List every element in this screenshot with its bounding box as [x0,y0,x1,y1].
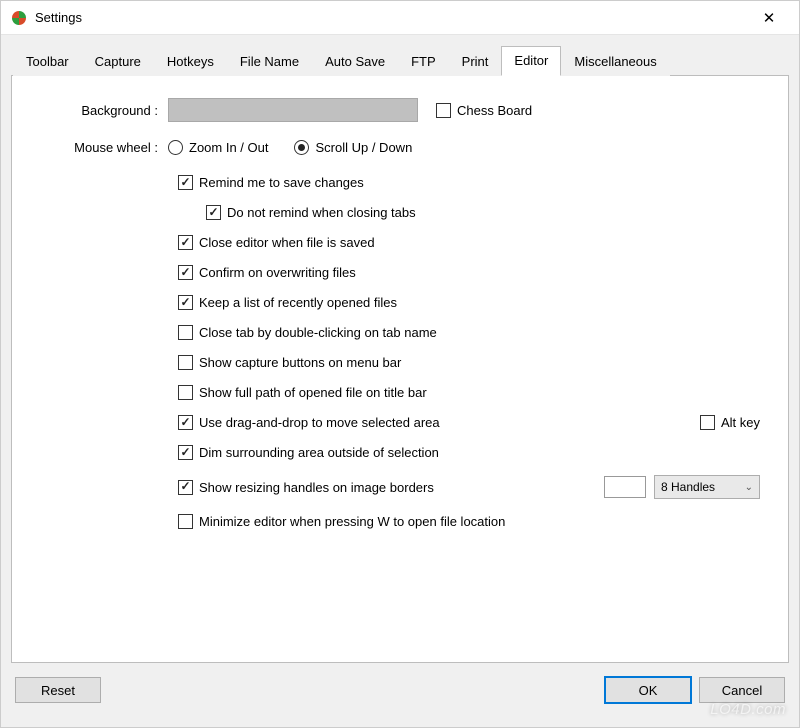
no-remind-tabs-checkbox[interactable]: Do not remind when closing tabs [206,205,416,220]
tab-hotkeys[interactable]: Hotkeys [154,47,227,76]
drag-drop-move-checkbox[interactable]: Use drag-and-drop to move selected area [178,415,440,430]
zoom-radio[interactable]: Zoom In / Out [168,140,268,155]
show-full-path-checkbox[interactable]: Show full path of opened file on title b… [178,385,427,400]
checkbox-icon [436,103,451,118]
options-list: Remind me to save changes Do not remind … [40,175,760,529]
alt-key-checkbox[interactable]: Alt key [700,415,760,430]
chess-board-label: Chess Board [457,103,532,118]
dialog-footer: Reset OK Cancel [11,663,789,717]
scroll-radio[interactable]: Scroll Up / Down [294,140,412,155]
titlebar: Settings ✕ [1,1,799,35]
show-full-path-label: Show full path of opened file on title b… [199,385,427,400]
show-capture-btns-checkbox[interactable]: Show capture buttons on menu bar [178,355,401,370]
minimize-on-w-row: Minimize editor when pressing W to open … [178,514,760,529]
app-icon [11,10,27,26]
window-title: Settings [35,10,749,25]
close-tab-dbl-checkbox[interactable]: Close tab by double-clicking on tab name [178,325,437,340]
drag-drop-move-label: Use drag-and-drop to move selected area [199,415,440,430]
minimize-on-w-label: Minimize editor when pressing W to open … [199,514,505,529]
confirm-overwrite-label: Confirm on overwriting files [199,265,356,280]
tab-ftp[interactable]: FTP [398,47,449,76]
checkbox-icon [178,235,193,250]
mouse-wheel-row: Mouse wheel : Zoom In / Out Scroll Up / … [40,140,760,155]
dim-surrounding-checkbox[interactable]: Dim surrounding area outside of selectio… [178,445,439,460]
editor-panel: Background : Chess Board Mouse wheel : Z… [11,75,789,663]
keep-recent-row: Keep a list of recently opened files [178,295,760,310]
checkbox-icon [178,325,193,340]
reset-button[interactable]: Reset [15,677,101,703]
show-handles-row: Show resizing handles on image borders 8… [178,475,760,499]
radio-icon [294,140,309,155]
handles-combo-value: 8 Handles [661,480,715,494]
remind-save-label: Remind me to save changes [199,175,364,190]
tab-editor[interactable]: Editor [501,46,561,76]
cancel-button[interactable]: Cancel [699,677,785,703]
remind-save-checkbox[interactable]: Remind me to save changes [178,175,364,190]
tab-toolbar[interactable]: Toolbar [13,47,82,76]
radio-icon [168,140,183,155]
close-on-save-label: Close editor when file is saved [199,235,375,250]
checkbox-icon [206,205,221,220]
dim-surrounding-row: Dim surrounding area outside of selectio… [178,445,760,460]
drag-drop-move-row: Use drag-and-drop to move selected area … [178,415,760,430]
checkbox-icon [178,295,193,310]
close-tab-dbl-label: Close tab by double-clicking on tab name [199,325,437,340]
close-on-save-row: Close editor when file is saved [178,235,760,250]
show-capture-btns-row: Show capture buttons on menu bar [178,355,760,370]
checkbox-icon [700,415,715,430]
background-label: Background : [40,103,168,118]
keep-recent-label: Keep a list of recently opened files [199,295,397,310]
minimize-on-w-checkbox[interactable]: Minimize editor when pressing W to open … [178,514,505,529]
close-on-save-checkbox[interactable]: Close editor when file is saved [178,235,375,250]
show-handles-checkbox[interactable]: Show resizing handles on image borders [178,480,434,495]
handles-combo[interactable]: 8 Handles ⌄ [654,475,760,499]
tab-strip: Toolbar Capture Hotkeys File Name Auto S… [11,45,789,75]
background-color-swatch[interactable] [168,98,418,122]
tab-misc[interactable]: Miscellaneous [561,47,669,76]
tab-print[interactable]: Print [449,47,502,76]
ok-button[interactable]: OK [605,677,691,703]
close-button[interactable]: ✕ [749,9,789,27]
tab-capture[interactable]: Capture [82,47,154,76]
mouse-wheel-label: Mouse wheel : [40,140,168,155]
checkbox-icon [178,175,193,190]
checkbox-icon [178,514,193,529]
background-row: Background : Chess Board [40,98,760,122]
show-full-path-row: Show full path of opened file on title b… [178,385,760,400]
confirm-overwrite-row: Confirm on overwriting files [178,265,760,280]
checkbox-icon [178,265,193,280]
client-area: Toolbar Capture Hotkeys File Name Auto S… [1,35,799,727]
scroll-radio-label: Scroll Up / Down [315,140,412,155]
tab-filename[interactable]: File Name [227,47,312,76]
show-capture-btns-label: Show capture buttons on menu bar [199,355,401,370]
confirm-overwrite-checkbox[interactable]: Confirm on overwriting files [178,265,356,280]
keep-recent-checkbox[interactable]: Keep a list of recently opened files [178,295,397,310]
checkbox-icon [178,415,193,430]
checkbox-icon [178,480,193,495]
checkbox-icon [178,385,193,400]
checkbox-icon [178,355,193,370]
chevron-down-icon: ⌄ [745,482,753,493]
no-remind-tabs-label: Do not remind when closing tabs [227,205,416,220]
dim-surrounding-label: Dim surrounding area outside of selectio… [199,445,439,460]
handles-number-field[interactable] [604,476,646,498]
alt-key-label: Alt key [721,415,760,430]
remind-save-row: Remind me to save changes [178,175,760,190]
close-tab-dbl-row: Close tab by double-clicking on tab name [178,325,760,340]
chess-board-checkbox[interactable]: Chess Board [436,103,532,118]
tab-autosave[interactable]: Auto Save [312,47,398,76]
show-handles-label: Show resizing handles on image borders [199,480,434,495]
zoom-radio-label: Zoom In / Out [189,140,268,155]
no-remind-tabs-row: Do not remind when closing tabs [178,205,760,220]
checkbox-icon [178,445,193,460]
settings-window: Settings ✕ Toolbar Capture Hotkeys File … [0,0,800,728]
